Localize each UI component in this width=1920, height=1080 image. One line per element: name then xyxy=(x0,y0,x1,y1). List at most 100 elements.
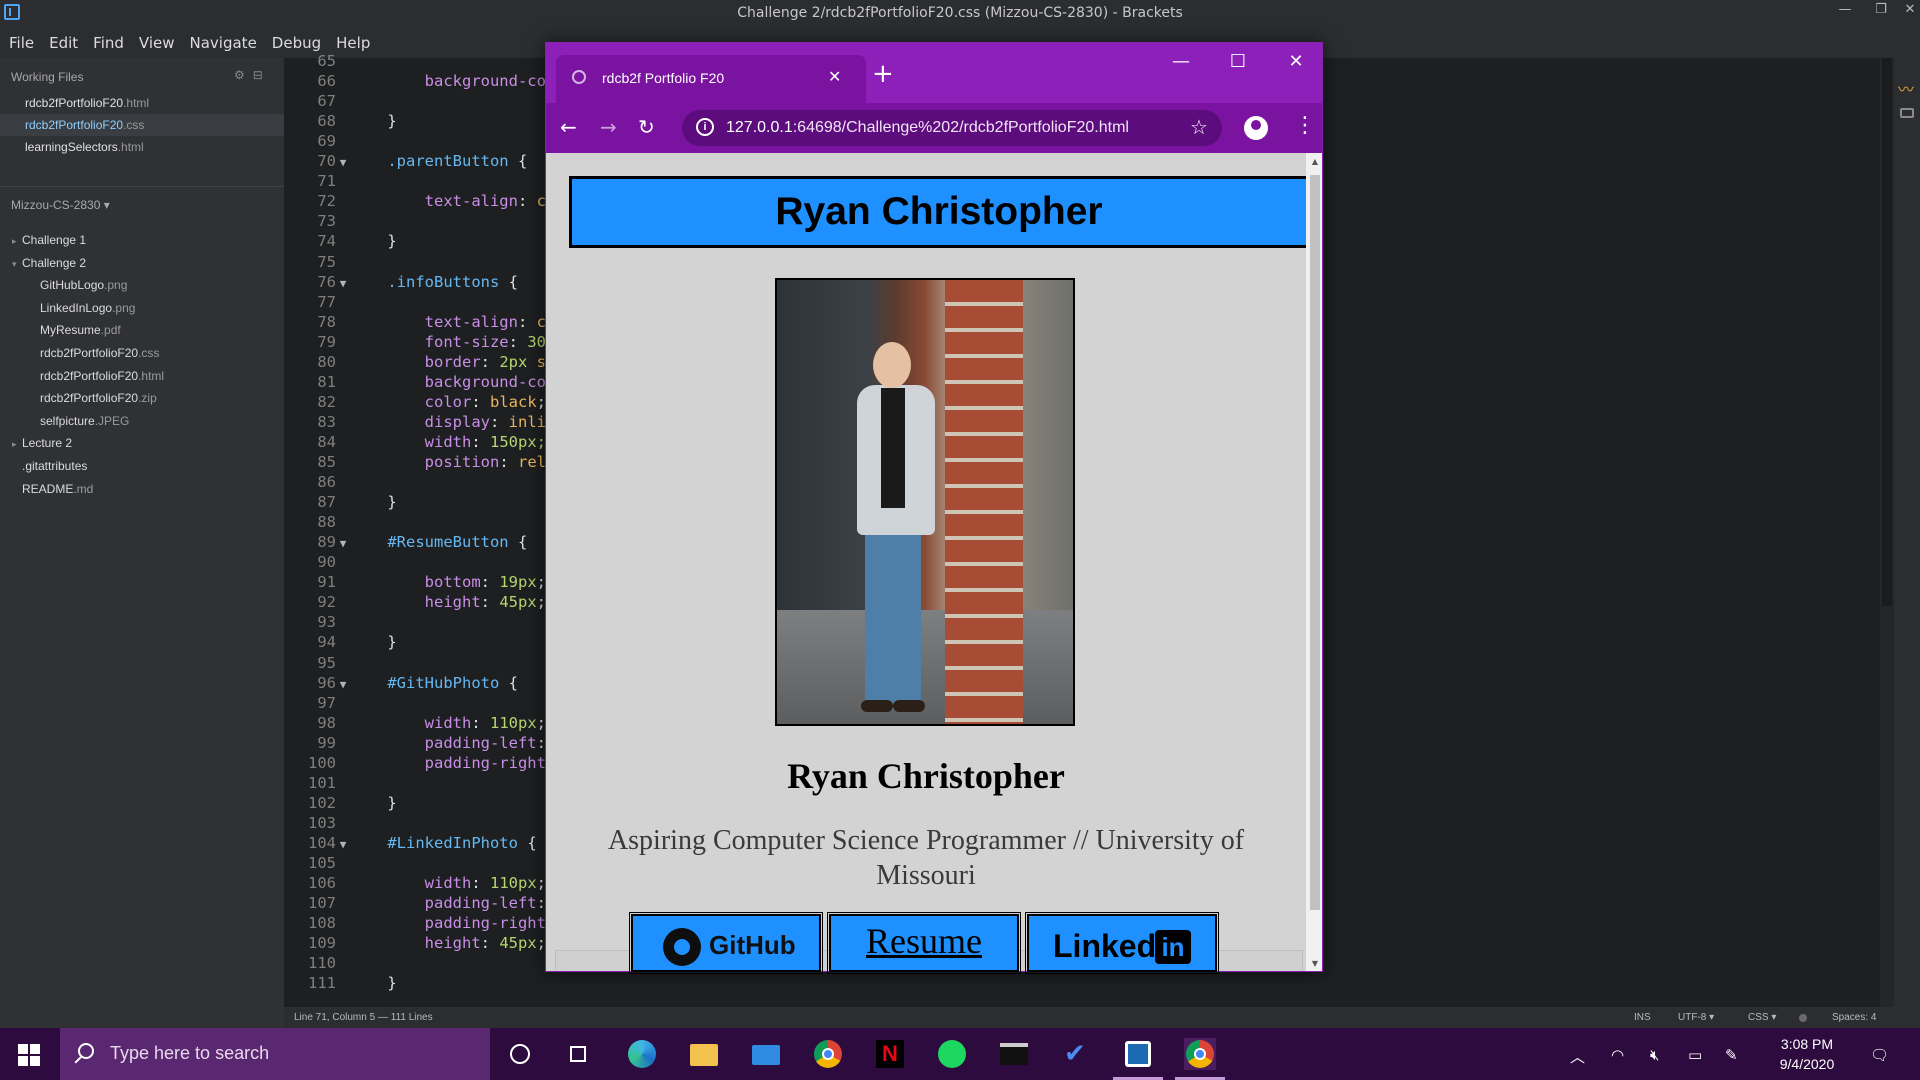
todo-icon[interactable]: ✔ xyxy=(1060,1038,1092,1070)
tree-item-name: MyResume xyxy=(40,323,101,338)
line-number: 104 xyxy=(308,833,336,852)
tree-item-name: LinkedInLogo xyxy=(40,300,113,315)
language-select[interactable]: CSS ▾ xyxy=(1748,1012,1776,1023)
menu-navigate[interactable]: Navigate xyxy=(181,28,263,52)
new-tab-icon[interactable]: + xyxy=(872,59,894,89)
page-scrollbar-thumb[interactable] xyxy=(1310,175,1320,910)
brackets-icon[interactable] xyxy=(1113,1038,1163,1080)
search-placeholder: Type here to search xyxy=(110,1043,270,1063)
volume-muted-icon[interactable]: 🔇︎ xyxy=(1650,1046,1659,1064)
browser-menu-icon[interactable]: ⋮ xyxy=(1294,113,1316,138)
working-file-item[interactable]: learningSelectors.html xyxy=(0,136,284,158)
file-tree-item[interactable]: .gitattributes xyxy=(0,455,284,477)
address-bar[interactable]: i 127.0.0.1:64698/Challenge%202/rdcb2fPo… xyxy=(682,110,1222,146)
line-number: 94 xyxy=(317,633,336,652)
encoding-select[interactable]: UTF-8 ▾ xyxy=(1678,1012,1714,1023)
profile-icon[interactable] xyxy=(1244,116,1268,140)
browser-maximize-icon[interactable]: ☐ xyxy=(1213,51,1263,72)
notifications-icon[interactable]: 🗨︎ xyxy=(1870,1046,1889,1064)
code-token: : xyxy=(499,453,518,471)
cortana-icon[interactable] xyxy=(504,1038,536,1070)
fold-arrow-icon[interactable]: ▼ xyxy=(336,537,350,550)
split-view-icon[interactable]: ⊟ xyxy=(253,68,271,82)
tree-item-extension: .png xyxy=(112,300,136,315)
system-clock[interactable]: 3:08 PM 9/4/2020 xyxy=(1752,1034,1862,1074)
file-tree-item[interactable]: selfpicture.JPEG xyxy=(0,410,284,432)
file-tree-item[interactable]: GitHubLogo.png xyxy=(0,274,284,296)
taskbar-search[interactable]: Type here to search xyxy=(60,1028,490,1080)
file-tree-item[interactable]: MyResume.pdf xyxy=(0,319,284,341)
editor-scrollbar[interactable] xyxy=(1880,58,1894,1015)
live-preview-icon[interactable]: 〰 xyxy=(1898,76,1914,100)
mail-icon[interactable] xyxy=(750,1038,782,1070)
linter-status-icon[interactable] xyxy=(1799,1014,1807,1022)
restore-icon[interactable]: ❐ xyxy=(1866,2,1896,17)
bookmark-star-icon[interactable]: ☆ xyxy=(1190,115,1208,140)
gear-icon[interactable]: ⚙ xyxy=(234,68,253,82)
menu-debug[interactable]: Debug xyxy=(263,28,327,52)
menu-edit[interactable]: Edit xyxy=(40,28,84,52)
chrome-icon[interactable] xyxy=(812,1038,844,1070)
edge-icon[interactable] xyxy=(626,1038,658,1070)
resume-button[interactable]: Resume xyxy=(827,912,1021,974)
tree-item-name: selfpicture xyxy=(40,413,95,428)
terminal-icon[interactable] xyxy=(998,1038,1030,1070)
linkedin-label: Linked xyxy=(1053,928,1157,964)
insert-mode[interactable]: INS xyxy=(1634,1012,1651,1023)
fold-arrow-icon[interactable]: ▼ xyxy=(336,277,350,290)
page-scrollbar[interactable]: ▲ ▼ xyxy=(1306,153,1322,971)
code-token: .parentButton xyxy=(387,152,509,171)
site-info-icon[interactable]: i xyxy=(696,118,714,136)
working-file-item[interactable]: rdcb2fPortfolioF20.css xyxy=(0,114,284,136)
fold-arrow-icon[interactable]: ▼ xyxy=(336,678,350,691)
file-explorer-icon[interactable] xyxy=(688,1038,720,1070)
file-tree-item[interactable]: LinkedInLogo.png xyxy=(0,297,284,319)
browser-tab[interactable]: rdcb2f Portfolio F20 ✕ xyxy=(556,55,866,103)
scroll-down-icon[interactable]: ▼ xyxy=(1310,959,1320,968)
line-number: 81 xyxy=(317,372,336,391)
menu-file[interactable]: File xyxy=(0,28,40,52)
github-button[interactable]: GitHub xyxy=(629,912,823,974)
close-icon[interactable]: ✕ xyxy=(1895,2,1920,17)
tray-chevron-icon[interactable]: ︿ xyxy=(1570,1046,1585,1067)
folder-item[interactable]: ▸ Challenge 1 xyxy=(0,229,284,251)
minimize-icon[interactable]: — xyxy=(1830,2,1860,17)
forward-icon[interactable]: → xyxy=(600,115,617,139)
file-tree-item[interactable]: README.md xyxy=(0,478,284,500)
battery-icon[interactable]: ▭ xyxy=(1688,1046,1702,1064)
windows-start-icon[interactable] xyxy=(18,1044,40,1066)
code-token: display xyxy=(424,412,490,431)
menu-find[interactable]: Find xyxy=(84,28,130,52)
menu-help[interactable]: Help xyxy=(327,28,376,52)
spotify-icon[interactable] xyxy=(936,1038,968,1070)
resume-link[interactable]: Resume xyxy=(831,920,1017,962)
wifi-icon[interactable]: ◠ xyxy=(1611,1046,1624,1064)
fold-arrow-icon[interactable]: ▼ xyxy=(336,156,350,169)
task-view-icon[interactable] xyxy=(564,1038,596,1070)
menu-view[interactable]: View xyxy=(130,28,181,52)
folder-item[interactable]: ▸ Lecture 2 xyxy=(0,432,284,454)
browser-close-icon[interactable]: ✕ xyxy=(1271,51,1321,72)
working-file-item[interactable]: rdcb2fPortfolioF20.html xyxy=(0,92,284,114)
scroll-up-icon[interactable]: ▲ xyxy=(1310,157,1320,166)
indent-spaces[interactable]: Spaces: 4 xyxy=(1832,1012,1876,1023)
code-line[interactable]: 111 } xyxy=(284,974,1784,994)
browser-minimize-icon[interactable]: — xyxy=(1156,51,1206,72)
project-dropdown[interactable]: Mizzou-CS-2830 ▾ xyxy=(11,198,110,212)
extension-manager-icon[interactable] xyxy=(1900,108,1914,118)
linkedin-button[interactable]: Linked in xyxy=(1025,912,1219,974)
fold-arrow-icon[interactable]: ▼ xyxy=(336,838,350,851)
back-icon[interactable]: ← xyxy=(560,115,577,139)
netflix-icon[interactable]: N xyxy=(874,1038,906,1070)
code-token: #ResumeButton xyxy=(387,533,509,552)
tab-close-icon[interactable]: ✕ xyxy=(828,67,841,87)
folder-item[interactable]: ▾ Challenge 2 xyxy=(0,252,284,274)
editor-scrollbar-thumb[interactable] xyxy=(1882,58,1892,606)
file-tree-item[interactable]: rdcb2fPortfolioF20.html xyxy=(0,365,284,387)
reload-icon[interactable]: ↻ xyxy=(638,115,655,139)
pen-icon[interactable]: ✎ xyxy=(1725,1046,1738,1064)
code-token: : xyxy=(471,874,490,893)
chrome-profile-icon[interactable] xyxy=(1175,1038,1225,1080)
file-tree-item[interactable]: rdcb2fPortfolioF20.zip xyxy=(0,387,284,409)
file-tree-item[interactable]: rdcb2fPortfolioF20.css xyxy=(0,342,284,364)
